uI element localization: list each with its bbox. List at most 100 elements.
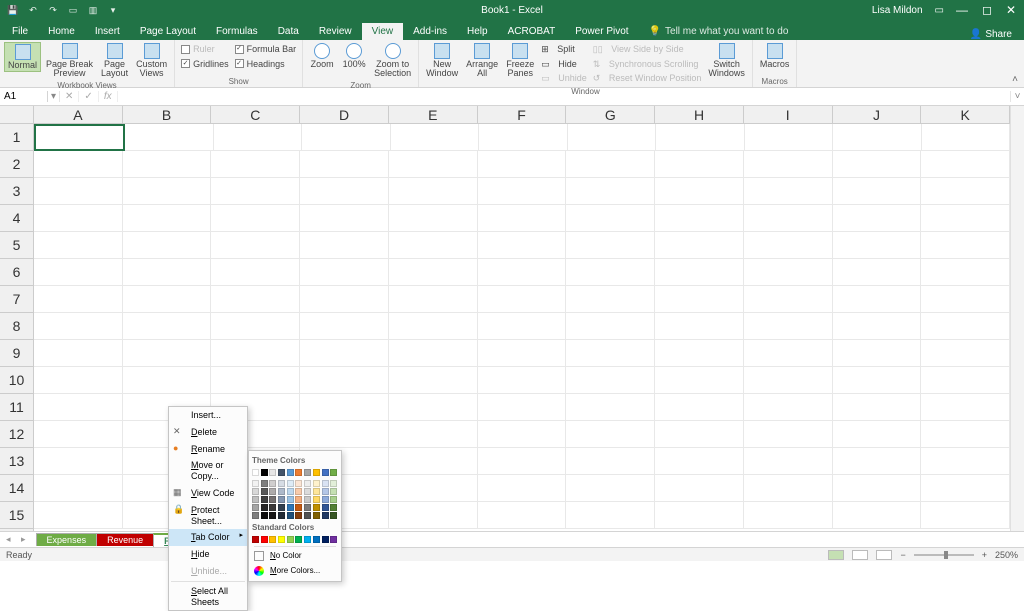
row-header-1[interactable]: 1	[0, 124, 33, 151]
name-box[interactable]: A1	[0, 91, 48, 102]
color-swatch[interactable]	[278, 469, 285, 476]
cell[interactable]	[389, 394, 478, 421]
ctx-protect-sheet[interactable]: 🔒Protect Sheet...	[169, 502, 247, 530]
cell[interactable]	[389, 313, 478, 340]
cell[interactable]	[34, 313, 123, 340]
cell[interactable]	[744, 340, 833, 367]
color-swatch[interactable]	[330, 488, 337, 495]
color-swatch[interactable]	[313, 536, 320, 543]
cell[interactable]	[300, 286, 389, 313]
tab-home[interactable]: Home	[38, 23, 85, 40]
qat-icon-1[interactable]: ▭	[66, 3, 80, 17]
row-header-12[interactable]: 12	[0, 421, 33, 448]
cell[interactable]	[478, 448, 567, 475]
cell[interactable]	[744, 313, 833, 340]
cell[interactable]	[34, 475, 123, 502]
cell[interactable]	[34, 367, 123, 394]
color-swatch[interactable]	[304, 480, 311, 487]
color-swatch[interactable]	[287, 512, 294, 519]
color-swatch[interactable]	[261, 504, 268, 511]
cell[interactable]	[123, 367, 212, 394]
color-swatch[interactable]	[269, 469, 276, 476]
cell[interactable]	[921, 313, 1010, 340]
color-swatch[interactable]	[322, 512, 329, 519]
color-swatch[interactable]	[252, 536, 259, 543]
col-header-B[interactable]: B	[123, 106, 212, 123]
tab-review[interactable]: Review	[309, 23, 362, 40]
color-swatch[interactable]	[261, 480, 268, 487]
cell[interactable]	[123, 340, 212, 367]
color-swatch[interactable]	[269, 512, 276, 519]
row-header-11[interactable]: 11	[0, 394, 33, 421]
cell[interactable]	[478, 151, 567, 178]
collapse-ribbon-icon[interactable]: ˄	[1012, 74, 1018, 85]
cell[interactable]	[833, 475, 922, 502]
col-header-H[interactable]: H	[655, 106, 744, 123]
cell[interactable]	[566, 475, 655, 502]
color-swatch[interactable]	[330, 536, 337, 543]
row-header-13[interactable]: 13	[0, 448, 33, 475]
cell[interactable]	[123, 286, 212, 313]
cell[interactable]	[921, 448, 1010, 475]
cell[interactable]	[833, 286, 922, 313]
tell-me-search[interactable]: 💡 Tell me what you want to do	[639, 23, 799, 40]
cell[interactable]	[921, 502, 1010, 529]
cell[interactable]	[744, 448, 833, 475]
color-swatch[interactable]	[278, 480, 285, 487]
tab-file[interactable]: File	[2, 23, 38, 40]
cell[interactable]	[655, 178, 744, 205]
col-header-C[interactable]: C	[211, 106, 300, 123]
cell[interactable]	[300, 232, 389, 259]
cell[interactable]	[300, 313, 389, 340]
headings-checkbox[interactable]: ✓Headings	[233, 57, 299, 72]
color-swatch[interactable]	[287, 469, 294, 476]
ctx-tab-color[interactable]: Tab Color▸	[169, 529, 247, 546]
cell[interactable]	[655, 448, 744, 475]
color-swatch[interactable]	[295, 469, 302, 476]
cell[interactable]	[34, 151, 123, 178]
ctx-insert[interactable]: Insert...	[169, 407, 247, 424]
undo-icon[interactable]: ↶	[26, 3, 40, 17]
cell[interactable]	[921, 178, 1010, 205]
zoom-button[interactable]: Zoom	[307, 42, 337, 70]
cell[interactable]	[566, 367, 655, 394]
color-swatch[interactable]	[269, 496, 276, 503]
cell[interactable]	[389, 475, 478, 502]
color-swatch[interactable]	[269, 480, 276, 487]
cell[interactable]	[921, 367, 1010, 394]
minimize-icon[interactable]: —	[956, 3, 968, 17]
cell[interactable]	[744, 232, 833, 259]
col-header-K[interactable]: K	[921, 106, 1010, 123]
freeze-panes-button[interactable]: Freeze Panes	[503, 42, 537, 80]
cell[interactable]	[479, 124, 567, 151]
cell[interactable]	[566, 205, 655, 232]
color-swatch[interactable]	[278, 536, 285, 543]
tab-addins[interactable]: Add-ins	[403, 23, 457, 40]
color-swatch[interactable]	[278, 496, 285, 503]
color-swatch[interactable]	[304, 488, 311, 495]
cell[interactable]	[655, 232, 744, 259]
switch-windows-button[interactable]: Switch Windows	[705, 42, 748, 80]
color-swatch[interactable]	[252, 504, 259, 511]
ctx-move-or-copy[interactable]: Move or Copy...	[169, 457, 247, 485]
cell[interactable]	[34, 205, 123, 232]
cell[interactable]	[833, 367, 922, 394]
cell[interactable]	[389, 205, 478, 232]
cell[interactable]	[655, 259, 744, 286]
cell[interactable]	[568, 124, 656, 151]
row-header-15[interactable]: 15	[0, 502, 33, 529]
tab-power-pivot[interactable]: Power Pivot	[565, 23, 638, 40]
color-swatch[interactable]	[278, 488, 285, 495]
cell[interactable]	[744, 205, 833, 232]
row-header-5[interactable]: 5	[0, 232, 33, 259]
name-box-dropdown[interactable]: ▾	[48, 91, 60, 102]
cell[interactable]	[478, 367, 567, 394]
sheet-tab-revenue[interactable]: Revenue	[96, 533, 154, 546]
cell[interactable]	[478, 394, 567, 421]
color-swatch[interactable]	[261, 512, 268, 519]
cell[interactable]	[833, 340, 922, 367]
cell[interactable]	[744, 502, 833, 529]
cell[interactable]	[123, 313, 212, 340]
normal-view-icon[interactable]	[828, 550, 844, 560]
expand-formula-bar-icon[interactable]: ˅	[1010, 91, 1024, 102]
